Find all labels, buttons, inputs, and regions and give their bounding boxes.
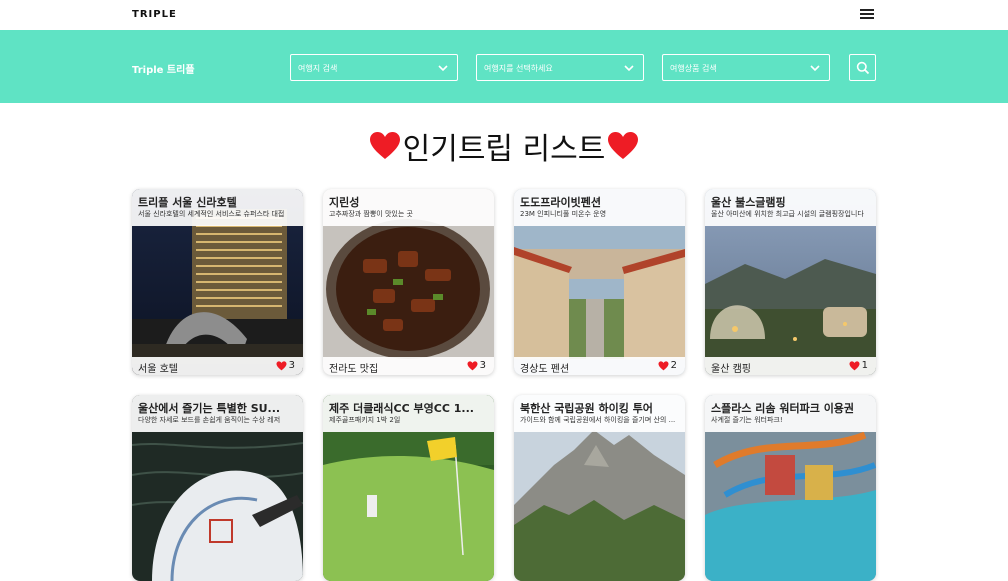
- trip-card[interactable]: 북한산 국립공원 하이킹 투어 가이드와 함께 국립공원에서 하이킹을 즐기며 산…: [514, 395, 685, 581]
- like-count[interactable]: 2: [658, 360, 677, 371]
- card-desc: 23M 인피니티풀 미온수 운영: [520, 210, 607, 218]
- card-category: 서울 호텔: [138, 364, 178, 375]
- card-desc: 제주골프패키지 1박 2일: [329, 416, 401, 424]
- card-desc: 고추짜장과 짬뽕이 맛있는 곳: [329, 210, 413, 218]
- trip-card[interactable]: 울산 불스글램핑 울산 아미산에 위치한 최고급 시설의 글램핑장입니다 울산 캠…: [705, 189, 876, 375]
- chevron-down-icon: [810, 65, 820, 72]
- card-category: 전라도 맛집: [329, 364, 379, 375]
- search-bar: Triple 트리플 여행지 검색 여행지를 선택하세요 여행상품 검색: [0, 30, 1008, 103]
- card-title: 북한산 국립공원 하이킹 투어: [520, 402, 653, 415]
- card-title: 울산에서 즐기는 특별한 SU...: [138, 402, 281, 415]
- select-placeholder: 여행지 검색: [298, 64, 338, 73]
- card-desc: 서울 신라호텔의 세계적인 서비스로 슈퍼스타 대접: [138, 210, 285, 218]
- card-title: 스플라스 리솜 워터파크 이용권: [711, 402, 855, 415]
- trip-card[interactable]: 울산에서 즐기는 특별한 SU... 다양한 자세로 보드를 손쉽게 움직이는 수…: [132, 395, 303, 581]
- heart-icon: [467, 360, 478, 370]
- trip-card[interactable]: 스플라스 리솜 워터파크 이용권 사계절 즐기는 워터파크!: [705, 395, 876, 581]
- page-title: 인기트립 리스트: [0, 124, 1008, 168]
- like-number: 3: [288, 360, 295, 371]
- search-icon: [856, 61, 870, 75]
- hamburger-icon[interactable]: [860, 9, 874, 20]
- select-placeholder: 여행상품 검색: [670, 64, 717, 73]
- card-desc: 울산 아미산에 위치한 최고급 시설의 글램핑장입니다: [711, 210, 864, 218]
- select-placeholder: 여행지를 선택하세요: [484, 64, 553, 73]
- destination-choose-select[interactable]: 여행지를 선택하세요: [476, 54, 644, 81]
- like-count[interactable]: 3: [467, 360, 486, 371]
- card-desc: 다양한 자세로 보드를 손쉽게 움직이는 수상 레저: [138, 416, 281, 424]
- top-nav: TRIPLE: [0, 0, 1008, 30]
- card-desc: 사계절 즐기는 워터파크!: [711, 416, 783, 424]
- trip-card[interactable]: 제주 더클래식CC 부영CC 1... 제주골프패키지 1박 2일: [323, 395, 494, 581]
- chevron-down-icon: [438, 65, 448, 72]
- card-title: 트리플 서울 신라호텔: [138, 196, 237, 209]
- heart-icon: [369, 132, 400, 159]
- heart-icon: [658, 360, 669, 370]
- card-category: 울산 캠핑: [711, 364, 751, 375]
- heart-icon: [849, 360, 860, 370]
- like-number: 2: [670, 360, 677, 371]
- card-title: 제주 더클래식CC 부영CC 1...: [329, 402, 474, 415]
- search-button[interactable]: [849, 54, 876, 81]
- card-category: 경상도 펜션: [520, 364, 570, 375]
- heart-icon: [608, 132, 639, 159]
- card-desc: 가이드와 함께 국립공원에서 하이킹을 즐기며 산의 ...: [520, 416, 676, 424]
- card-title: 지린성: [329, 196, 360, 209]
- chevron-down-icon: [624, 65, 634, 72]
- heart-icon: [276, 360, 287, 370]
- trip-card[interactable]: 트리플 서울 신라호텔 서울 신라호텔의 세계적인 서비스로 슈퍼스타 대접 서울…: [132, 189, 303, 375]
- trip-card[interactable]: 도도프라이빗펜션 23M 인피니티풀 미온수 운영 경상도 펜션 2: [514, 189, 685, 375]
- logo[interactable]: TRIPLE: [132, 9, 177, 20]
- page-title-text: 인기트립 리스트: [402, 132, 606, 167]
- like-count[interactable]: 1: [849, 360, 868, 371]
- trip-card[interactable]: 지린성 고추짜장과 짬뽕이 맛있는 곳 전라도 맛집 3: [323, 189, 494, 375]
- like-number: 1: [861, 360, 868, 371]
- card-title: 도도프라이빗펜션: [520, 196, 601, 209]
- card-title: 울산 불스글램핑: [711, 196, 786, 209]
- destination-search-select[interactable]: 여행지 검색: [290, 54, 458, 81]
- product-search-select[interactable]: 여행상품 검색: [662, 54, 830, 81]
- brand-label: Triple 트리플: [132, 65, 195, 76]
- like-number: 3: [479, 360, 486, 371]
- like-count[interactable]: 3: [276, 360, 295, 371]
